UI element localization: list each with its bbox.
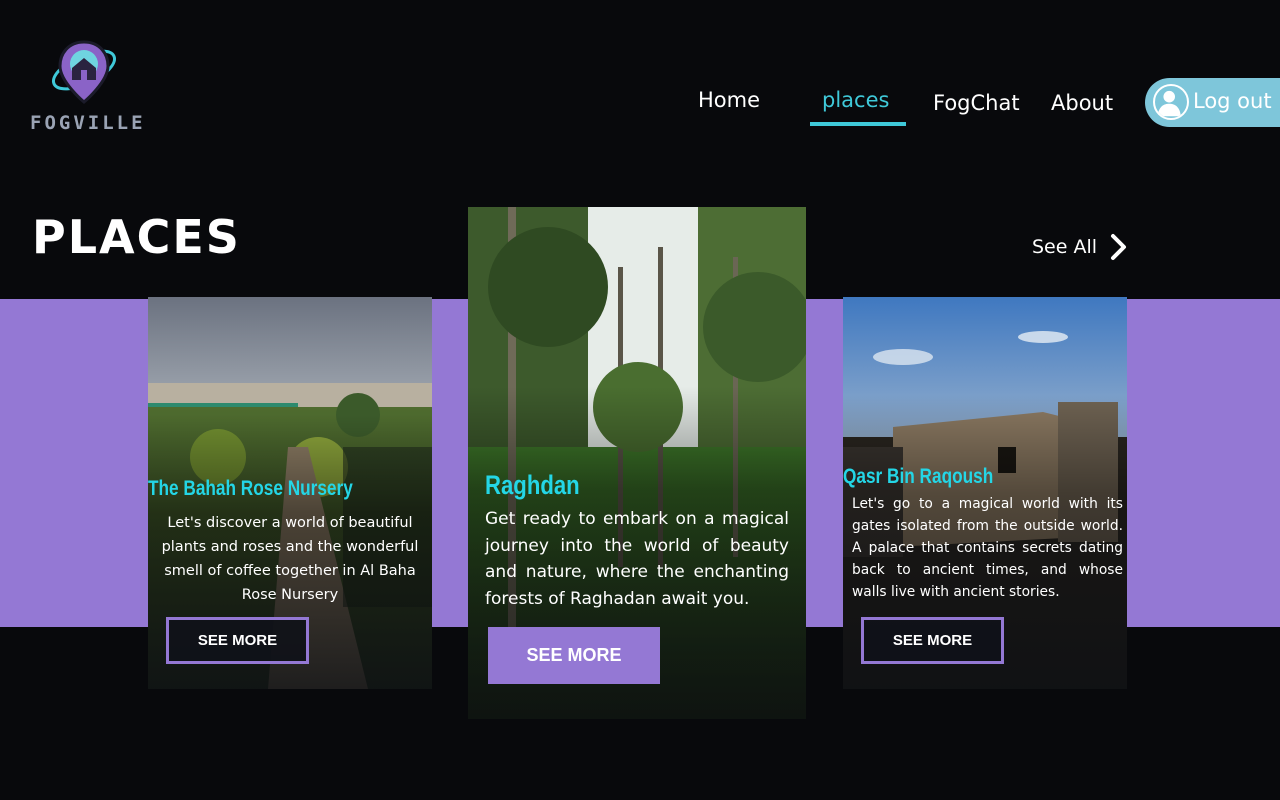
nav-active-underline bbox=[810, 122, 906, 126]
card-title: Raghdan bbox=[485, 470, 580, 500]
card-title: Qasr Bin Raqoush bbox=[843, 465, 994, 488]
nav-home[interactable]: Home bbox=[698, 88, 760, 112]
nav-places[interactable]: places bbox=[822, 88, 889, 112]
place-card[interactable]: Qasr Bin Raqoush Let's go to a magical w… bbox=[843, 297, 1127, 689]
section-title: PLACES bbox=[32, 210, 241, 264]
card-description: Get ready to embark on a magical journey… bbox=[485, 509, 789, 609]
chevron-right-icon bbox=[1111, 234, 1127, 260]
card-title: The Bahah Rose Nursery bbox=[148, 477, 353, 500]
place-card-featured[interactable]: Raghdan Get ready to embark on a magical… bbox=[468, 207, 806, 719]
see-more-button[interactable]: SEE MORE bbox=[488, 627, 660, 684]
nav-about[interactable]: About bbox=[1051, 91, 1113, 115]
see-all-link[interactable]: See All bbox=[1032, 232, 1129, 262]
see-more-button[interactable]: SEE MORE bbox=[166, 617, 309, 664]
fogville-logo[interactable]: FOGVILLE bbox=[30, 36, 146, 136]
card-description: Let's go to a magical world with its gat… bbox=[852, 496, 1123, 600]
see-more-button[interactable]: SEE MORE bbox=[861, 617, 1004, 664]
logout-label: Log out bbox=[1193, 89, 1272, 113]
card-description: Let's discover a world of beautiful plan… bbox=[161, 515, 419, 603]
logo-wordmark: FOGVILLE bbox=[30, 112, 146, 134]
fogville-logo-icon bbox=[52, 40, 116, 104]
page: FOGVILLE Home places FogChat About Log o… bbox=[0, 0, 1280, 800]
see-all-label: See All bbox=[1032, 236, 1098, 258]
logout-button[interactable]: Log out bbox=[1145, 78, 1280, 127]
nav-fogchat[interactable]: FogChat bbox=[933, 91, 1020, 115]
place-card[interactable]: The Bahah Rose Nursery Let's discover a … bbox=[148, 297, 432, 689]
user-avatar-icon bbox=[1153, 84, 1189, 120]
